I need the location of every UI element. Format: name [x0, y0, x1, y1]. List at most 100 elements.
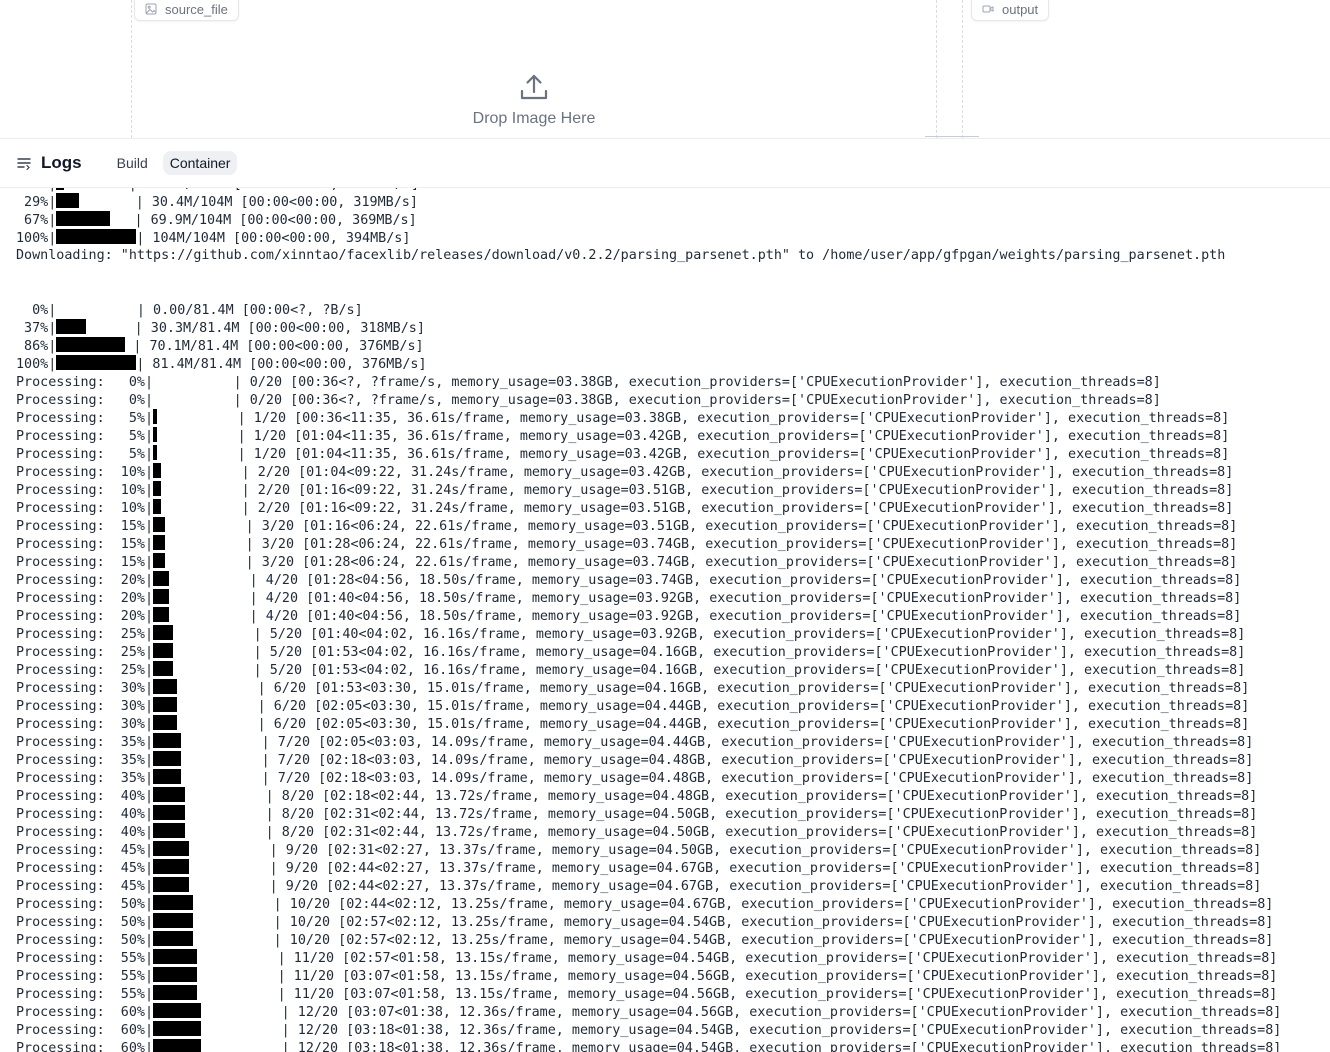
log-line-suffix: | 7/20 [02:18<03:03, 14.09s/frame, memor…	[181, 771, 1254, 786]
log-output[interactable]: 10%| | 10.0M/104M [00:00<00:01, 98.6MB/s…	[0, 188, 1330, 1052]
log-line-suffix: | 12/20 [03:18<01:38, 12.36s/frame, memo…	[201, 1041, 1282, 1052]
image-icon	[145, 3, 157, 15]
log-line-suffix: | 6/20 [02:05<03:30, 15.01s/frame, memor…	[177, 717, 1250, 732]
log-line: Processing: 0%| | 0/20 [00:36<?, ?frame/…	[16, 373, 1281, 391]
drop-image-text: Drop Image Here	[472, 110, 596, 127]
log-line-prefix: Processing: 45%|	[16, 879, 154, 894]
log-line-prefix: Processing: 50%|	[16, 915, 154, 930]
log-line-prefix: Processing: 20%|	[16, 609, 154, 624]
log-line-suffix: | 3/20 [01:16<06:24, 22.61s/frame, memor…	[165, 519, 1238, 534]
tab-build[interactable]: Build	[110, 151, 155, 175]
progress-bar-fill	[153, 805, 186, 820]
log-line: Processing: 15%| | 3/20 [01:28<06:24, 22…	[16, 535, 1281, 553]
log-line-prefix: 37%|	[16, 321, 57, 336]
progress-bar-fill	[153, 715, 178, 730]
log-line: Processing: 45%| | 9/20 [02:31<02:27, 13…	[16, 841, 1281, 859]
log-lines: 10%| | 10.0M/104M [00:00<00:01, 98.6MB/s…	[16, 188, 1281, 1052]
log-line: Processing: 45%| | 9/20 [02:44<02:27, 13…	[16, 877, 1281, 895]
progress-bar-fill	[153, 481, 162, 496]
log-line-prefix: Processing: 35%|	[16, 753, 154, 768]
log-line-prefix: Processing: 55%|	[16, 951, 154, 966]
log-line-prefix: Processing: 60%|	[16, 1023, 154, 1038]
log-line-prefix: Processing: 60%|	[16, 1005, 154, 1020]
log-line-prefix: 100%|	[16, 357, 57, 372]
log-line: Processing: 10%| | 2/20 [01:16<09:22, 31…	[16, 481, 1281, 499]
log-line: 100%| | 104M/104M [00:00<00:00, 394MB/s]	[16, 229, 1281, 247]
log-line-prefix: Processing: 25%|	[16, 627, 154, 642]
log-line-prefix: Processing: 10%|	[16, 501, 154, 516]
logs-title: Logs	[41, 153, 82, 172]
log-line-suffix: | 3/20 [01:28<06:24, 22.61s/frame, memor…	[165, 537, 1238, 552]
app-area: source_file Drop Image Here output	[0, 0, 1330, 138]
log-line-prefix: Processing: 25%|	[16, 663, 154, 678]
log-line: Processing: 30%| | 6/20 [01:53<03:30, 15…	[16, 679, 1281, 697]
progress-bar-fill	[153, 877, 190, 892]
progress-bar-fill	[153, 517, 166, 532]
image-drop-zone[interactable]: Drop Image Here	[132, 72, 936, 128]
log-line: Processing: 25%| | 5/20 [01:53<04:02, 16…	[16, 661, 1281, 679]
log-line: Processing: 20%| | 4/20 [01:40<04:56, 18…	[16, 607, 1281, 625]
log-line: Processing: 40%| | 8/20 [02:31<02:44, 13…	[16, 823, 1281, 841]
log-line-prefix: Processing: 15%|	[16, 555, 154, 570]
progress-bar-fill	[153, 607, 170, 622]
video-icon	[982, 5, 994, 13]
progress-bar-fill	[153, 643, 174, 658]
log-line-prefix: Processing: 40%|	[16, 825, 154, 840]
log-line-suffix: | 11/20 [02:57<01:58, 13.15s/frame, memo…	[197, 951, 1278, 966]
panel-divider	[925, 136, 979, 137]
log-line: Processing: 60%| | 12/20 [03:07<01:38, 1…	[16, 1003, 1281, 1021]
log-line-suffix: | 6/20 [01:53<03:30, 15.01s/frame, memor…	[177, 681, 1250, 696]
log-line-prefix: Processing: 10%|	[16, 483, 154, 498]
log-line-suffix: | 0.00/81.4M [00:00<?, ?B/s]	[56, 303, 363, 318]
list-icon	[17, 158, 31, 171]
progress-bar-fill	[153, 859, 190, 874]
log-line: Processing: 60%| | 12/20 [03:18<01:38, 1…	[16, 1039, 1281, 1052]
log-line-prefix: Processing: 15%|	[16, 519, 154, 534]
log-line-prefix: 67%|	[16, 213, 57, 228]
log-line: Processing: 10%| | 2/20 [01:16<09:22, 31…	[16, 499, 1281, 517]
log-line-suffix: | 12/20 [03:18<01:38, 12.36s/frame, memo…	[201, 1023, 1282, 1038]
tab-container[interactable]: Container	[162, 151, 238, 175]
progress-bar-fill	[153, 1021, 202, 1036]
log-line-prefix: 10%|	[16, 188, 56, 192]
log-line-prefix: Processing: 10%|	[16, 465, 154, 480]
log-line-suffix: | 2/20 [01:16<09:22, 31.24s/frame, memor…	[161, 483, 1234, 498]
log-line: Processing: 10%| | 2/20 [01:04<09:22, 31…	[16, 463, 1281, 481]
log-line-suffix: | 12/20 [03:07<01:38, 12.36s/frame, memo…	[201, 1005, 1282, 1020]
progress-bar-fill	[56, 319, 87, 334]
log-line-suffix: | 104M/104M [00:00<00:00, 394MB/s]	[136, 231, 411, 246]
log-line-prefix: Processing: 5%|	[16, 429, 154, 444]
source-file-label: source_file	[134, 0, 239, 21]
log-line-prefix: Downloading: "https://github.com/xinntao…	[16, 248, 1226, 263]
progress-bar-fill	[153, 913, 194, 928]
log-line-prefix: Processing: 55%|	[16, 969, 154, 984]
log-line-suffix: | 8/20 [02:31<02:44, 13.72s/frame, memor…	[185, 807, 1258, 822]
log-line: Processing: 25%| | 5/20 [01:53<04:02, 16…	[16, 643, 1281, 661]
progress-bar-fill	[153, 463, 162, 478]
log-line-suffix: | 10.0M/104M [00:00<00:01, 98.6MB/s]	[64, 188, 419, 192]
log-line-suffix: | 0/20 [00:36<?, ?frame/s, memory_usage=…	[153, 375, 1161, 390]
source-file-panel[interactable]: source_file Drop Image Here	[131, 0, 937, 138]
log-line-suffix: | 8/20 [02:31<02:44, 13.72s/frame, memor…	[185, 825, 1258, 840]
progress-bar-fill	[153, 625, 174, 640]
log-line-suffix: | 11/20 [03:07<01:58, 13.15s/frame, memo…	[197, 987, 1278, 1002]
log-line: Processing: 15%| | 3/20 [01:28<06:24, 22…	[16, 553, 1281, 571]
progress-bar-fill	[153, 769, 182, 784]
progress-bar-fill	[153, 823, 186, 838]
progress-bar-fill	[153, 679, 178, 694]
log-line-suffix: | 9/20 [02:31<02:27, 13.37s/frame, memor…	[189, 843, 1262, 858]
log-line-prefix: 0%|	[16, 303, 57, 318]
progress-bar-fill	[153, 571, 170, 586]
log-line-prefix: Processing: 40%|	[16, 807, 154, 822]
log-line-prefix: Processing: 0%|	[16, 393, 154, 408]
log-line-suffix: | 2/20 [01:16<09:22, 31.24s/frame, memor…	[161, 501, 1234, 516]
progress-bar-fill	[56, 355, 137, 370]
progress-bar-fill	[56, 337, 126, 352]
log-line: 86%| | 70.1M/81.4M [00:00<00:00, 376MB/s…	[16, 337, 1281, 355]
progress-bar-fill	[153, 931, 194, 946]
log-line-suffix: | 5/20 [01:53<04:02, 16.16s/frame, memor…	[173, 645, 1246, 660]
log-line-prefix: Processing: 15%|	[16, 537, 154, 552]
log-line-suffix: | 10/20 [02:57<02:12, 13.25s/frame, memo…	[193, 915, 1274, 930]
log-line-prefix: 100%|	[16, 231, 57, 246]
